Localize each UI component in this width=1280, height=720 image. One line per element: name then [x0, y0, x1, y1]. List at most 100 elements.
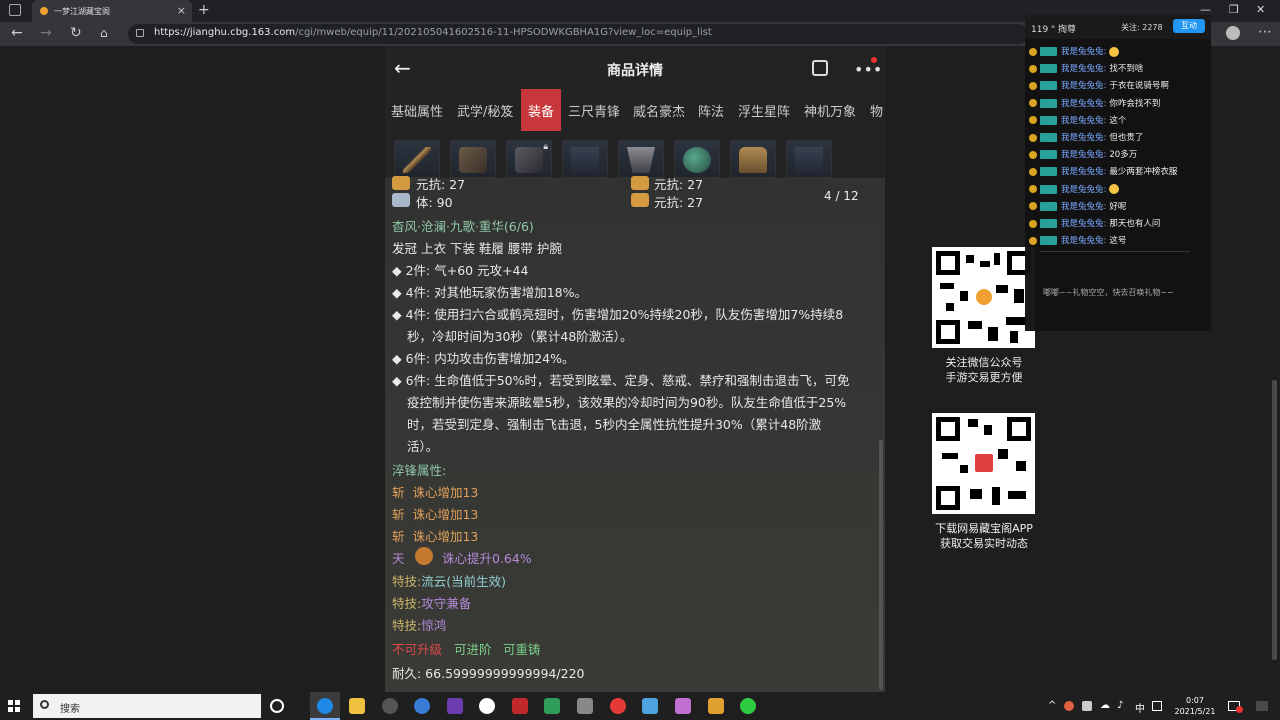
- qr2-caption: 下载网易藏宝阁APP 获取交易实时动态: [935, 522, 1033, 550]
- search-placeholder[interactable]: 搜索: [60, 700, 80, 715]
- tab-items[interactable]: 物: [870, 101, 883, 120]
- equip-slot-2[interactable]: [450, 140, 496, 178]
- orb-icon: [415, 547, 433, 565]
- chat-interact-button[interactable]: 互动: [1173, 19, 1205, 33]
- chat-username: 我是兔兔兔:: [1061, 47, 1107, 57]
- more-icon[interactable]: •••: [854, 60, 882, 79]
- equip-slot-6[interactable]: [674, 140, 720, 178]
- tab-close-icon[interactable]: ×: [177, 4, 186, 17]
- jade-icon: [683, 147, 711, 173]
- chat-message: 我是兔兔兔: 这号: [1029, 234, 1126, 247]
- wechat-icon[interactable]: [740, 698, 756, 714]
- page-scrollbar[interactable]: [1272, 380, 1277, 660]
- cloak-icon: [795, 147, 823, 173]
- keyboard-icon[interactable]: [1152, 701, 1162, 711]
- tray-app-icon[interactable]: [1064, 701, 1074, 711]
- chat-follow-count: 关注: 2278: [1121, 23, 1163, 32]
- tray-expand-icon[interactable]: ^: [1048, 700, 1056, 711]
- medal-icon: [1029, 133, 1037, 142]
- medal-icon: [1029, 167, 1037, 176]
- medal-icon: [1029, 236, 1037, 245]
- window-menu-icon[interactable]: [9, 4, 21, 16]
- app-icon[interactable]: [382, 698, 398, 714]
- stat-row2-left: 体: 90: [416, 195, 453, 210]
- cortana-icon[interactable]: [270, 699, 284, 713]
- new-tab-button[interactable]: +: [198, 2, 210, 18]
- tab-mechanism[interactable]: 神机万象: [804, 101, 856, 120]
- forward-icon[interactable]: →: [40, 25, 52, 41]
- favicon-icon: [40, 7, 48, 15]
- panel-scrollbar[interactable]: [879, 440, 883, 690]
- browser-menu-icon[interactable]: ⋯: [1258, 24, 1272, 40]
- medal-icon: [1029, 150, 1037, 159]
- page-title: 商品详情: [607, 63, 663, 79]
- maximize-icon[interactable]: ❐: [1229, 3, 1239, 16]
- close-window-icon[interactable]: ✕: [1256, 3, 1265, 16]
- chat-message: 我是兔兔兔: 20多万: [1029, 148, 1137, 161]
- tab-sword[interactable]: 三尺青锋: [568, 101, 620, 120]
- ime-indicator[interactable]: 中: [1135, 700, 1145, 715]
- tray-app-icon[interactable]: [1082, 701, 1092, 711]
- tab-title: 一梦江湖藏宝阁: [54, 7, 110, 16]
- tab-martial[interactable]: 武学/秘笈: [457, 101, 513, 120]
- app-icon[interactable]: [447, 698, 463, 714]
- app-icon[interactable]: [577, 698, 593, 714]
- edge-icon[interactable]: [317, 698, 333, 714]
- chat-text: 20多万: [1109, 150, 1138, 161]
- app-icon[interactable]: [642, 698, 658, 714]
- equip-slot-8[interactable]: [786, 140, 832, 178]
- temper-line: 斩 诛心增加13: [392, 485, 479, 500]
- equip-slot-7[interactable]: [730, 140, 776, 178]
- folder-icon[interactable]: [349, 698, 365, 714]
- network-icon[interactable]: ☁: [1100, 700, 1110, 711]
- app-icon[interactable]: [708, 698, 724, 714]
- equip-slot-4[interactable]: [562, 140, 608, 178]
- app-icon[interactable]: [675, 698, 691, 714]
- tab-equipment[interactable]: 装备: [528, 101, 554, 120]
- stat-gem-icon: [631, 193, 649, 207]
- search-icon: [40, 700, 49, 709]
- fan-badge: [1040, 167, 1057, 177]
- fan-badge: [1040, 81, 1057, 91]
- equip-slot-1[interactable]: [394, 140, 440, 178]
- home-icon[interactable]: ⌂: [100, 26, 108, 40]
- tab-stars[interactable]: 浮生星阵: [738, 101, 790, 120]
- chat-text: 于衣在说骑号啊: [1109, 81, 1169, 92]
- chat-message: 我是兔兔兔: 那天也有人问: [1029, 217, 1160, 230]
- notification-dot: [871, 57, 877, 63]
- equip-slot-5[interactable]: [618, 140, 664, 178]
- set-bonus: 时，若受到定身、强制击飞击退，5秒内全属性抗性提升30%（累计48阶激: [407, 417, 822, 432]
- page-back-button[interactable]: ←: [394, 56, 411, 80]
- stat-gem-icon: [631, 176, 649, 190]
- set-bonus: 活）。: [407, 439, 439, 454]
- taskbar-clock[interactable]: 0:07 2021/5/21: [1170, 695, 1220, 717]
- chat-message: 我是兔兔兔: 这个: [1029, 114, 1126, 127]
- windows-start-icon[interactable]: [8, 700, 20, 712]
- fan-badge: [1040, 184, 1057, 194]
- tab-heroes[interactable]: 威名豪杰: [633, 101, 685, 120]
- back-icon[interactable]: ←: [11, 25, 23, 41]
- share-icon[interactable]: [812, 60, 828, 76]
- app-qr-code: [932, 413, 1035, 514]
- fan-badge: [1040, 64, 1057, 74]
- app-icon[interactable]: [414, 698, 430, 714]
- tab-basic[interactable]: 基础属性: [391, 101, 443, 120]
- fan-badge: [1040, 201, 1057, 211]
- equip-slot-3[interactable]: 🔒︎: [506, 140, 552, 178]
- app-icon[interactable]: [512, 698, 528, 714]
- profile-avatar[interactable]: [1226, 26, 1240, 40]
- app-icon[interactable]: [479, 698, 495, 714]
- browser-tab[interactable]: 一梦江湖藏宝阁 ×: [32, 0, 192, 22]
- bracer-icon: [515, 147, 543, 173]
- app-icon[interactable]: [544, 698, 560, 714]
- set-name: 杳风·沧澜·九歌·重华(6/6): [392, 219, 534, 234]
- netease-icon[interactable]: [610, 698, 626, 714]
- chat-text: 最少两套冲榜衣服: [1109, 167, 1178, 178]
- url-text[interactable]: https://jianghu.cbg.163.com/cgi/mweb/equ…: [154, 27, 712, 38]
- volume-icon[interactable]: ♪: [1117, 700, 1123, 711]
- chat-username: 我是兔兔兔:: [1061, 115, 1107, 126]
- lock-icon[interactable]: [136, 29, 144, 37]
- tab-formation[interactable]: 阵法: [698, 101, 724, 120]
- show-desktop[interactable]: [1256, 701, 1268, 711]
- reload-icon[interactable]: ↻: [70, 25, 82, 41]
